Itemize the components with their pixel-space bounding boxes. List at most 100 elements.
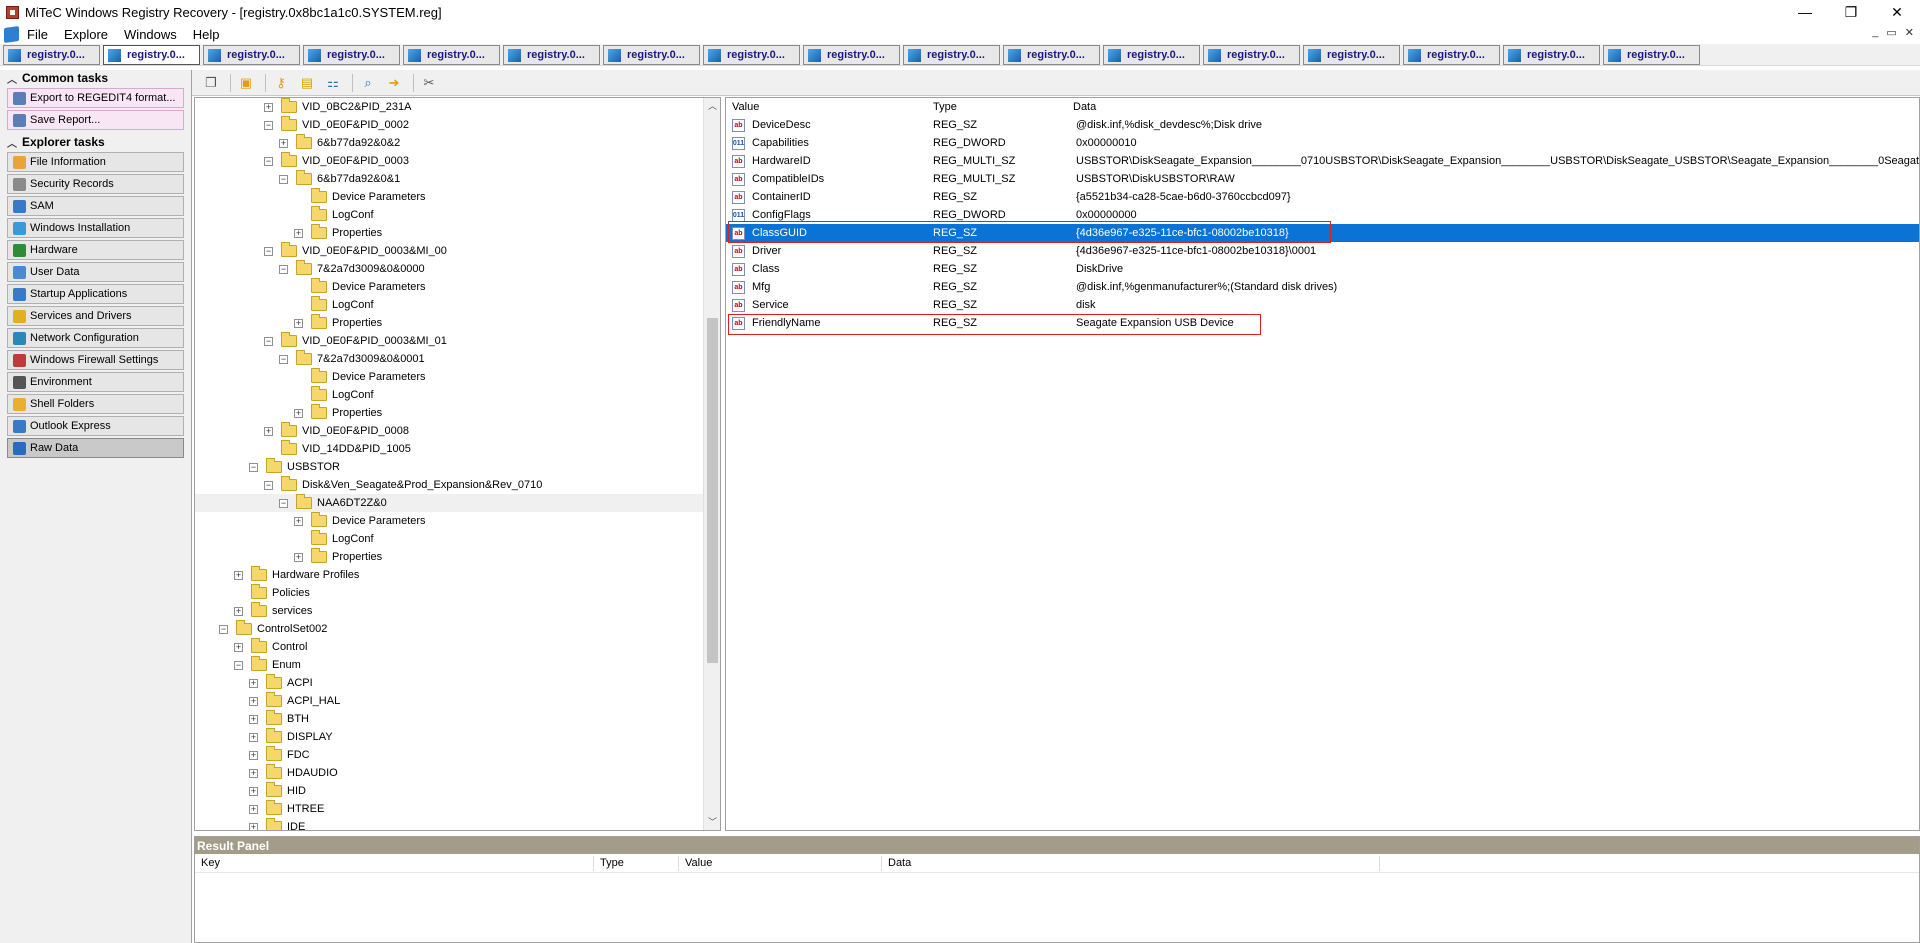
column-header-value[interactable]: Value — [732, 101, 759, 113]
scroll-up-icon[interactable]: ︿ — [704, 98, 720, 114]
expand-icon[interactable]: + — [264, 102, 273, 112]
tree-node[interactable]: + VID_0BC2&PID_231A — [195, 98, 703, 116]
search-icon[interactable]: ⌕ — [357, 73, 379, 93]
tree-node[interactable]: + Control — [195, 638, 703, 656]
tree-node[interactable]: − VID_0E0F&PID_0002 — [195, 116, 703, 134]
expand-icon[interactable]: + — [249, 696, 258, 706]
scrollbar-thumb[interactable] — [707, 318, 718, 663]
open-folder-icon[interactable]: ▣ — [235, 73, 257, 93]
task-network[interactable]: Network Configuration — [7, 328, 184, 348]
tree-node[interactable]: − Disk&Ven_Seagate&Prod_Expansion&Rev_071… — [195, 476, 703, 494]
expand-icon[interactable]: + — [249, 714, 258, 724]
tree-node[interactable]: LogConf — [195, 386, 703, 404]
tree-node[interactable]: VID_14DD&PID_1005 — [195, 440, 703, 458]
collapse-icon[interactable]: − — [219, 624, 228, 634]
value-row[interactable]: ab CompatibleIDs REG_MULTI_SZ USBSTOR\DiskU… — [726, 170, 1919, 188]
expand-icon[interactable]: + — [249, 678, 258, 688]
tree-node[interactable]: − VID_0E0F&PID_0003&MI_00 — [195, 242, 703, 260]
tree-node[interactable]: + FDC — [195, 746, 703, 764]
document-tab[interactable]: registry.0... — [803, 45, 900, 65]
mdi-restore-button[interactable]: ▭ — [1886, 26, 1896, 39]
document-tab[interactable]: registry.0... — [1603, 45, 1700, 65]
task-save[interactable]: Save Report... — [7, 110, 184, 130]
values-list[interactable]: Value Type Data ab DeviceDesc REG_SZ @disk.… — [725, 97, 1920, 831]
result-column-value[interactable]: Value — [685, 857, 712, 869]
expand-icon[interactable]: + — [294, 516, 303, 526]
minimize-button[interactable]: — — [1782, 0, 1828, 24]
expand-icon[interactable]: + — [294, 408, 303, 418]
tools-icon[interactable]: ✂ — [418, 73, 440, 93]
tree-node[interactable]: + Properties — [195, 314, 703, 332]
result-column-type[interactable]: Type — [600, 857, 624, 869]
collapse-icon[interactable]: − — [264, 336, 273, 346]
tree-node[interactable]: Device Parameters — [195, 188, 703, 206]
tree-node[interactable]: LogConf — [195, 296, 703, 314]
expand-icon[interactable]: + — [294, 318, 303, 328]
task-sam[interactable]: SAM — [7, 196, 184, 216]
tree-node[interactable]: − 7&2a7d3009&0&0001 — [195, 350, 703, 368]
expand-icon[interactable]: + — [249, 732, 258, 742]
task-raw-data[interactable]: Raw Data — [7, 438, 184, 458]
collapse-icon[interactable]: − — [264, 120, 273, 130]
result-column-data[interactable]: Data — [888, 857, 911, 869]
task-hardware[interactable]: Hardware — [7, 240, 184, 260]
expand-icon[interactable]: + — [234, 570, 243, 580]
document-tab[interactable]: registry.0... — [703, 45, 800, 65]
document-tab[interactable]: registry.0... — [1303, 45, 1400, 65]
explorer-tasks-header[interactable]: ︿ Explorer tasks — [0, 134, 191, 150]
registry-tree[interactable]: + VID_0BC2&PID_231A − VID_0E0F&PID_0002 +6&b… — [194, 97, 721, 831]
value-row[interactable]: 011 Capabilities REG_DWORD 0x00000010 — [726, 134, 1919, 152]
app-menu-icon[interactable] — [4, 25, 19, 43]
arrow-right-icon[interactable]: ➜ — [383, 73, 405, 93]
menu-windows[interactable]: Windows — [124, 27, 177, 42]
tree-node[interactable]: LogConf — [195, 206, 703, 224]
tree-node[interactable]: + IDE — [195, 818, 703, 830]
menu-explore[interactable]: Explore — [64, 27, 108, 42]
common-tasks-header[interactable]: ︿ Common tasks — [0, 70, 191, 86]
column-header-data[interactable]: Data — [1073, 101, 1096, 113]
tree-node[interactable]: Device Parameters — [195, 278, 703, 296]
collapse-icon[interactable]: − — [249, 462, 258, 472]
collapse-icon[interactable]: − — [234, 660, 243, 670]
copy-icon[interactable]: ❐ — [200, 73, 222, 93]
expand-icon[interactable]: + — [234, 642, 243, 652]
expand-icon[interactable]: + — [294, 552, 303, 562]
collapse-icon[interactable]: − — [264, 156, 273, 166]
mdi-close-button[interactable]: ✕ — [1905, 26, 1914, 39]
task-user-data[interactable]: User Data — [7, 262, 184, 282]
value-row[interactable]: ab Service REG_SZ disk — [726, 296, 1919, 314]
document-tab[interactable]: registry.0... — [3, 45, 100, 65]
task-services[interactable]: Services and Drivers — [7, 306, 184, 326]
value-row[interactable]: ab HardwareID REG_MULTI_SZ USBSTOR\DiskSeag… — [726, 152, 1919, 170]
value-row[interactable]: ab Driver REG_SZ {4d36e967-e325-11ce-bfc1-0… — [726, 242, 1919, 260]
tree-node[interactable]: + Device Parameters — [195, 512, 703, 530]
mdi-minimize-button[interactable]: _ — [1872, 26, 1878, 39]
document-tab[interactable]: registry.0... — [1003, 45, 1100, 65]
document-tab[interactable]: registry.0... — [403, 45, 500, 65]
document-tab[interactable]: registry.0... — [603, 45, 700, 65]
tree-node[interactable]: − ControlSet002 — [195, 620, 703, 638]
tree-node[interactable]: Policies — [195, 584, 703, 602]
tree-node[interactable]: − 6&b77da92&0&1 — [195, 170, 703, 188]
tree-node[interactable]: + ACPI_HAL — [195, 692, 703, 710]
tree-node[interactable]: + Properties — [195, 224, 703, 242]
document-tab[interactable]: registry.0... — [903, 45, 1000, 65]
collapse-icon[interactable]: − — [279, 264, 288, 274]
expand-icon[interactable]: + — [249, 804, 258, 814]
collapse-icon[interactable]: − — [264, 480, 273, 490]
tree-node[interactable]: − USBSTOR — [195, 458, 703, 476]
tree-node[interactable]: + BTH — [195, 710, 703, 728]
collapse-icon[interactable]: − — [264, 246, 273, 256]
document-tab[interactable]: registry.0... — [1203, 45, 1300, 65]
tree-node[interactable]: + Properties — [195, 548, 703, 566]
expand-icon[interactable]: + — [234, 606, 243, 616]
expand-icon[interactable]: + — [264, 426, 273, 436]
task-outlook[interactable]: Outlook Express — [7, 416, 184, 436]
tree-node[interactable]: − VID_0E0F&PID_0003&MI_01 — [195, 332, 703, 350]
scroll-down-icon[interactable]: ﹀ — [704, 814, 720, 830]
tree-node[interactable]: − 7&2a7d3009&0&0000 — [195, 260, 703, 278]
collapse-icon[interactable]: − — [279, 174, 288, 184]
task-firewall[interactable]: Windows Firewall Settings — [7, 350, 184, 370]
document-tab[interactable]: registry.0... — [103, 45, 200, 65]
task-startup[interactable]: Startup Applications — [7, 284, 184, 304]
